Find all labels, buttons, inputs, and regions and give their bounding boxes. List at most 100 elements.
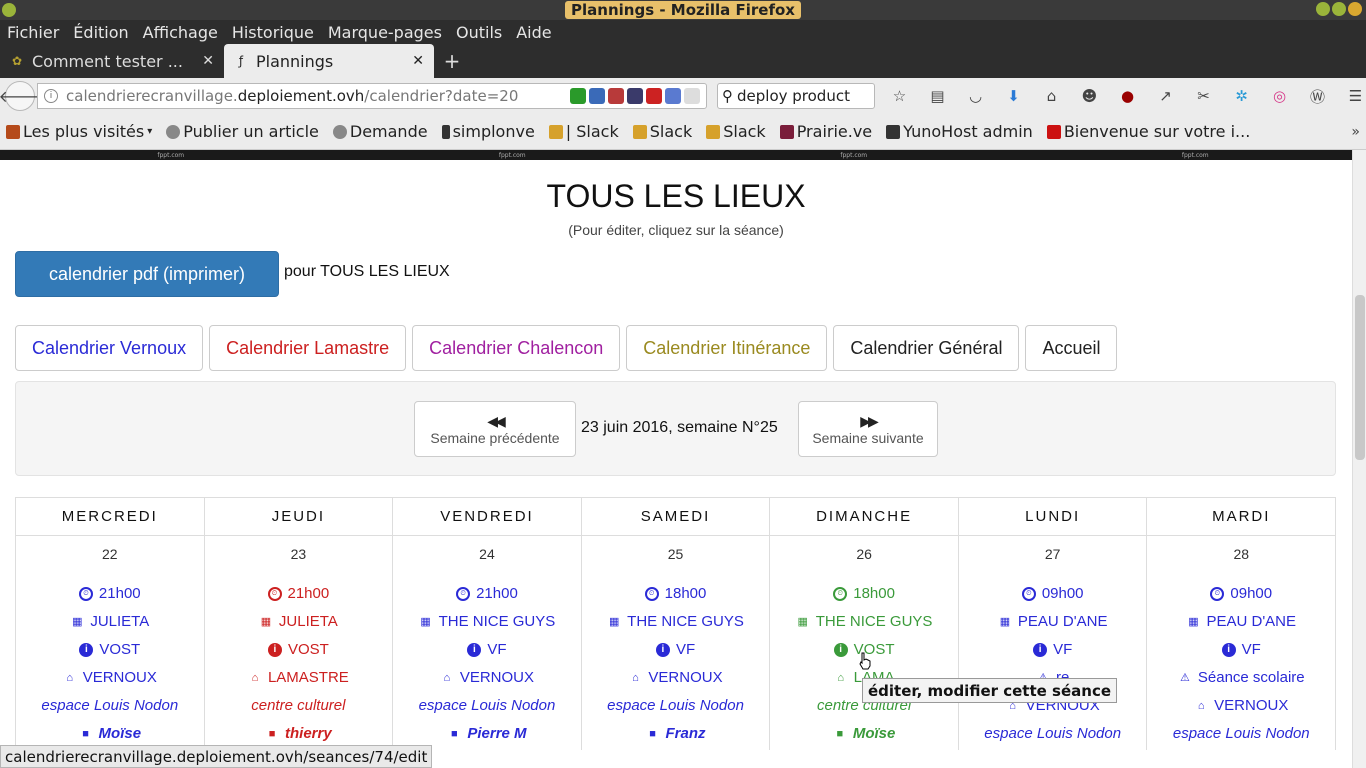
menu-aide[interactable]: Aide	[516, 23, 551, 42]
seance-row[interactable]: ⏲ 09h00	[1147, 580, 1335, 608]
seance-row[interactable]: ⏲ 21h00	[205, 580, 393, 608]
day-column[interactable]: 23 ⏲ 21h00 ▦ JULIETA i VOST ⌂ LAMASTRE centre cul…	[205, 536, 394, 750]
url-bar[interactable]: i calendrierecranvillage. deploiement.ovh…	[37, 83, 707, 109]
calendar-general-button[interactable]: Calendrier Général	[833, 325, 1020, 371]
close-window-icon[interactable]	[1348, 2, 1362, 16]
pdf-calendar-button[interactable]: calendrier pdf (imprimer)	[15, 251, 279, 297]
seance-row[interactable]: i VOST	[205, 636, 393, 664]
search-input[interactable]: ⚲ deploy product	[717, 83, 875, 109]
previous-week-button[interactable]: ◀◀ Semaine précédente	[414, 401, 576, 457]
seance-row[interactable]: ⌂ LAMASTRE	[205, 664, 393, 692]
day-column[interactable]: 22 ⏲ 21h00 ▦ JULIETA i VOST ⌂ VERNOUX espace Loui…	[16, 536, 205, 750]
pin-icon[interactable]: ↗	[1155, 86, 1176, 106]
color-wheel-icon[interactable]: ◎	[1269, 86, 1290, 106]
seance-row[interactable]: ⏲ 09h00	[959, 580, 1147, 608]
tab-plannings[interactable]: ƒ Plannings ✕	[224, 44, 434, 78]
extension-person-icon[interactable]	[589, 88, 605, 104]
seance-row[interactable]: ⌂ VERNOUX	[16, 664, 204, 692]
seance-row[interactable]: espace Louis Nodon	[959, 720, 1147, 748]
network-icon[interactable]: ✲	[1231, 86, 1252, 106]
seance-row[interactable]: espace Louis Nodon	[393, 692, 581, 720]
pocket-icon[interactable]: ◡	[965, 86, 986, 106]
seance-row[interactable]: ⌂ VERNOUX	[1147, 692, 1335, 720]
seance-row[interactable]: espace Louis Nodon	[582, 692, 770, 720]
seance-row[interactable]: i VOST	[16, 636, 204, 664]
seance-row[interactable]: ⏲ 21h00	[16, 580, 204, 608]
extension-feather-icon[interactable]	[646, 88, 662, 104]
minimize-icon[interactable]	[1316, 2, 1330, 16]
next-week-button[interactable]: ▶▶ Semaine suivante	[798, 401, 938, 457]
wordpress-icon[interactable]: Ⓦ	[1307, 86, 1328, 106]
menu-marque-pages[interactable]: Marque-pages	[328, 23, 442, 42]
seance-row[interactable]: ■ thierry	[205, 720, 393, 748]
seance-row[interactable]: ■ Franz	[582, 720, 770, 748]
seance-row[interactable]: ▦ PEAU D'ANE	[959, 608, 1147, 636]
back-button[interactable]: 🡐	[0, 81, 41, 111]
bookmark-slack-3[interactable]: Slack	[706, 122, 766, 141]
menu-outils[interactable]: Outils	[456, 23, 502, 42]
seance-row[interactable]: i VF	[582, 636, 770, 664]
extension-g-icon[interactable]	[570, 88, 586, 104]
extension-moon-icon[interactable]	[665, 88, 681, 104]
seance-row[interactable]: ⏲ 21h00	[393, 580, 581, 608]
seance-row[interactable]: ■ Pierre M	[393, 720, 581, 748]
hatch-icon[interactable]: ✂	[1193, 86, 1214, 106]
seance-row[interactable]: ■ Moïse	[770, 720, 958, 748]
home-icon[interactable]: ⌂	[1041, 86, 1062, 106]
bookmark-slack-1[interactable]: | Slack	[548, 122, 619, 141]
seance-row[interactable]: ▦ THE NICE GUYS	[770, 608, 958, 636]
reading-list-icon[interactable]: ▤	[927, 86, 948, 106]
seance-row[interactable]: ⌂ VERNOUX	[582, 664, 770, 692]
accueil-button[interactable]: Accueil	[1025, 325, 1118, 371]
seance-row[interactable]: ▦ THE NICE GUYS	[582, 608, 770, 636]
close-tab-icon[interactable]: ✕	[412, 53, 424, 69]
seance-row[interactable]: ▦ JULIETA	[205, 608, 393, 636]
seance-row[interactable]: ⌂ VERNOUX	[393, 664, 581, 692]
menu-affichage[interactable]: Affichage	[143, 23, 218, 42]
bookmark-simplonve[interactable]: simplonve	[441, 122, 535, 141]
bookmark-most-visited[interactable]: Les plus visités ▾	[6, 122, 152, 141]
day-column[interactable]: 24 ⏲ 21h00 ▦ THE NICE GUYS i VF ⌂ VERNOUX espace …	[393, 536, 582, 750]
maximize-icon[interactable]	[1332, 2, 1346, 16]
bookmarks-overflow-icon[interactable]: »	[1351, 124, 1360, 140]
day-column[interactable]: 27⏲09h00▦PEAU D'ANEiVF⚠re⌂VERNOUXespace …	[959, 536, 1148, 750]
bookmark-prairie[interactable]: Prairie.ve	[779, 122, 872, 141]
bookmark-free[interactable]: Bienvenue sur votre i...	[1046, 122, 1250, 141]
seance-row[interactable]: ■ Moïse	[16, 720, 204, 748]
seance-row[interactable]: ⏲ 18h00	[770, 580, 958, 608]
reload-icon[interactable]	[684, 88, 700, 104]
day-column[interactable]: 28 ⏲ 09h00 ▦ PEAU D'ANE i VF ⚠ Séance scolaire ⌂ V…	[1147, 536, 1335, 750]
calendar-lamastre-button[interactable]: Calendrier Lamastre	[209, 325, 407, 371]
seance-row[interactable]: espace Louis Nodon	[1147, 720, 1335, 748]
menu-fichier[interactable]: Fichier	[7, 23, 59, 42]
download-icon[interactable]: ⬇	[1003, 86, 1024, 106]
day-column[interactable]: 26⏲18h00▦THE NICE GUYSiVOST⌂LAMAcentre c…	[770, 536, 959, 750]
menu-historique[interactable]: Historique	[232, 23, 314, 42]
scrollbar-thumb[interactable]	[1355, 295, 1365, 460]
new-tab-button[interactable]: +	[434, 44, 470, 78]
seance-row[interactable]: ▦ PEAU D'ANE	[1147, 608, 1335, 636]
seance-row[interactable]: i VF	[1147, 636, 1335, 664]
seance-row[interactable]: ⏲ 18h00	[582, 580, 770, 608]
tab-comment-tester[interactable]: ✿ Comment tester ... ✕	[0, 44, 224, 78]
ublock-icon[interactable]: ●	[1117, 86, 1138, 106]
bookmark-yunohost[interactable]: YunoHost admin	[886, 122, 1033, 141]
bookmark-star-icon[interactable]: ☆	[889, 86, 910, 106]
extension-bug-icon[interactable]	[608, 88, 624, 104]
bookmark-publier[interactable]: Publier un article	[166, 122, 319, 141]
extension-b-icon[interactable]	[627, 88, 643, 104]
close-tab-icon[interactable]: ✕	[202, 53, 214, 69]
calendar-chalencon-button[interactable]: Calendrier Chalencon	[412, 325, 621, 371]
chat-icon[interactable]: ☻	[1079, 86, 1100, 106]
bookmark-demande[interactable]: Demande	[332, 122, 428, 141]
seance-row[interactable]: ⚠ Séance scolaire	[1147, 664, 1335, 692]
page-scrollbar[interactable]	[1352, 150, 1366, 768]
seance-row[interactable]: ▦ JULIETA	[16, 608, 204, 636]
seance-row[interactable]: i VF	[393, 636, 581, 664]
bookmark-slack-2[interactable]: Slack	[632, 122, 692, 141]
seance-row[interactable]: i VF	[959, 636, 1147, 664]
hamburger-menu-icon[interactable]: ☰	[1345, 86, 1366, 106]
seance-row[interactable]: centre culturel	[205, 692, 393, 720]
seance-row[interactable]: ▦ THE NICE GUYS	[393, 608, 581, 636]
calendar-itinerance-button[interactable]: Calendrier Itinérance	[626, 325, 828, 371]
